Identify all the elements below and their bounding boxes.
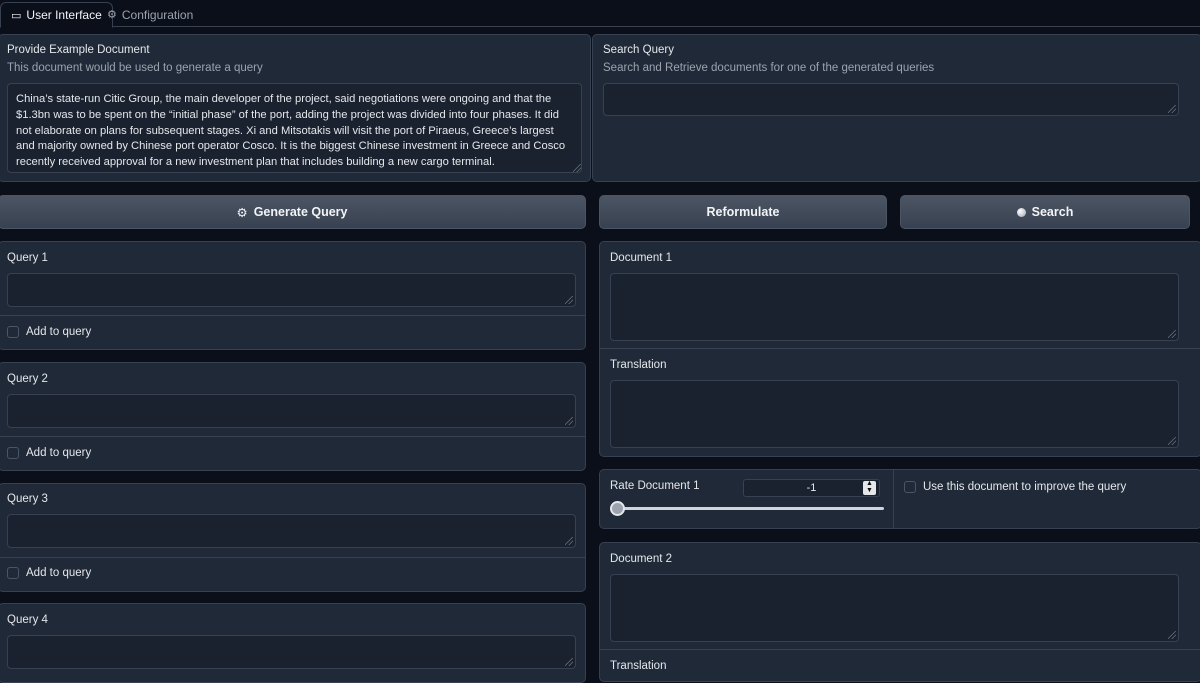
query-4-label: Query 4: [7, 614, 48, 626]
example-document-textarea[interactable]: China’s state-run Citic Group, the main …: [7, 83, 582, 173]
resize-grip-icon[interactable]: [565, 417, 573, 425]
generate-query-button[interactable]: ⚙ Generate Query: [0, 195, 586, 229]
tab-configuration[interactable]: ⚙ Configuration: [97, 2, 203, 27]
use-document-1-checkbox[interactable]: [904, 481, 916, 493]
divider: [0, 436, 586, 437]
rate-document-1-label: Rate Document 1: [610, 480, 700, 492]
divider: [599, 649, 1200, 650]
query-2-label: Query 2: [7, 373, 48, 385]
document-2-label: Document 2: [610, 553, 673, 565]
query-1-textarea[interactable]: [7, 273, 576, 307]
divider: [893, 469, 894, 529]
resize-grip-icon[interactable]: [1168, 105, 1176, 113]
monitor-icon: ▭: [11, 9, 22, 22]
resize-grip-icon[interactable]: [1168, 330, 1176, 338]
search-button[interactable]: Search: [900, 195, 1190, 229]
search-icon: [1016, 207, 1026, 217]
query-3-add-checkbox[interactable]: [7, 567, 19, 579]
resize-grip-icon[interactable]: [1168, 631, 1176, 639]
translation-2-label: Translation: [610, 660, 667, 672]
search-query-textarea[interactable]: [603, 83, 1179, 116]
resize-grip-icon[interactable]: [573, 164, 581, 172]
resize-grip-icon[interactable]: [565, 658, 573, 666]
rate-document-1-slider-track[interactable]: [617, 507, 884, 510]
resize-grip-icon[interactable]: [565, 296, 573, 304]
document-1-label: Document 1: [610, 252, 673, 264]
search-query-label: Search Query: [603, 44, 674, 56]
rate-document-1-number-input[interactable]: -1: [743, 479, 880, 497]
rate-document-1-panel: [599, 469, 1200, 529]
resize-grip-icon[interactable]: [565, 537, 573, 545]
query-1-label: Query 1: [7, 252, 48, 264]
translation-1-label: Translation: [610, 359, 667, 371]
document-2-textarea[interactable]: [610, 574, 1179, 642]
gear-icon: ⚙: [236, 205, 248, 220]
tab-user-interface[interactable]: ▭ User Interface: [0, 2, 113, 28]
query-2-add-checkbox[interactable]: [7, 447, 19, 459]
query-1-add-checkbox[interactable]: [7, 326, 19, 338]
query-1-add-label: Add to query: [26, 326, 92, 338]
query-3-add-label: Add to query: [26, 567, 92, 579]
query-4-textarea[interactable]: [7, 635, 576, 669]
query-3-label: Query 3: [7, 493, 48, 505]
translation-1-textarea[interactable]: [610, 380, 1179, 448]
example-document-label: Provide Example Document: [7, 44, 150, 56]
query-2-add-label: Add to query: [26, 447, 92, 459]
divider: [599, 348, 1200, 349]
spinner-icon[interactable]: ▲ ▼: [863, 480, 876, 495]
query-2-textarea[interactable]: [7, 394, 576, 428]
document-1-textarea[interactable]: [610, 273, 1179, 341]
resize-grip-icon[interactable]: [1168, 437, 1176, 445]
gear-icon: ⚙: [107, 9, 117, 21]
use-document-1-label: Use this document to improve the query: [923, 481, 1127, 493]
rate-document-1-slider-thumb[interactable]: [610, 501, 625, 516]
query-3-textarea[interactable]: [7, 514, 576, 548]
divider: [0, 557, 586, 558]
tab-bar: ▭ User Interface ⚙ Configuration: [0, 0, 1200, 28]
reformulate-button[interactable]: Reformulate: [599, 195, 887, 229]
example-document-info: This document would be used to generate …: [7, 62, 263, 74]
divider: [0, 315, 586, 316]
search-query-info: Search and Retrieve documents for one of…: [603, 62, 935, 74]
